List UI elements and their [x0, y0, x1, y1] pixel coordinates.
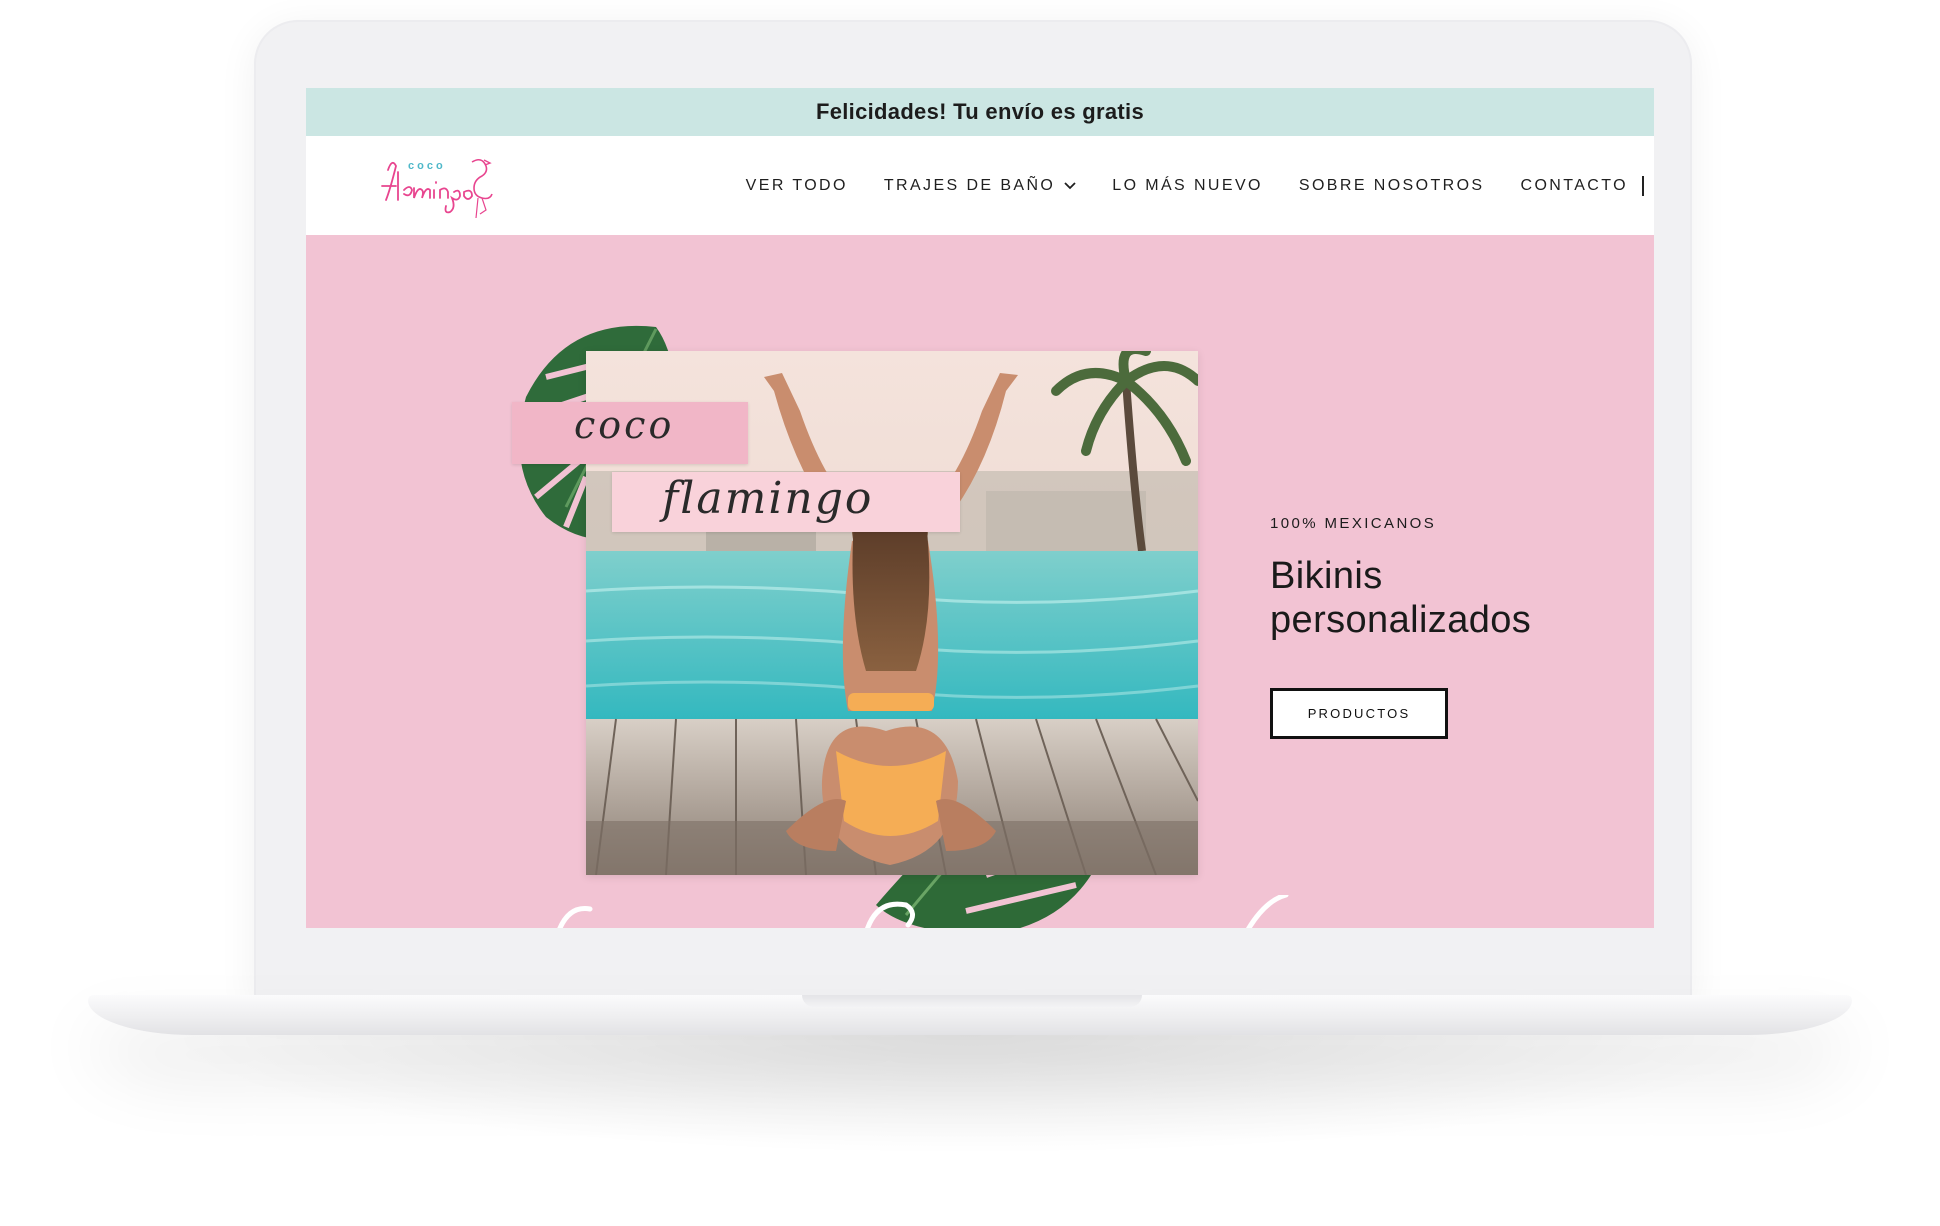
main-nav: VER TODO TRAJES DE BAÑO LO MÁS NUEVO SOB…	[710, 136, 1644, 235]
nav-trajes-de-bano[interactable]: TRAJES DE BAÑO	[884, 177, 1076, 195]
nav-label: SOBRE NOSOTROS	[1298, 176, 1485, 194]
nav-label: LO MÁS NUEVO	[1112, 176, 1263, 194]
nav-sobre-nosotros[interactable]: SOBRE NOSOTROS	[1299, 177, 1485, 195]
tape-text-coco: coco	[574, 403, 675, 447]
laptop-screen: Felicidades! Tu envío es gratis coco VER…	[306, 88, 1654, 928]
nav-lo-mas-nuevo[interactable]: LO MÁS NUEVO	[1112, 177, 1263, 195]
hero-headline: Bikinis personalizados	[1270, 554, 1531, 642]
hero-headline-line1: Bikinis	[1270, 555, 1383, 597]
productos-button-label: PRODUCTOS	[1307, 706, 1411, 721]
logo-text-coco: coco	[408, 160, 446, 172]
nav-label: VER TODO	[745, 176, 848, 194]
nav-overflow-marker	[1642, 175, 1644, 196]
site-header: coco VER TODO TRAJES DE BAÑO LO MÁS NUEV…	[306, 136, 1654, 235]
laptop-notch	[802, 995, 1142, 1007]
hero-eyebrow: 100% MEXICANOS	[1270, 515, 1437, 532]
hero-headline-line2: personalizados	[1270, 599, 1532, 641]
hero-copy: 100% MEXICANOS Bikinis personalizados PR…	[1270, 515, 1531, 739]
coco-flamingo-logo[interactable]: coco	[380, 152, 502, 222]
tape-text-flamingo: flamingo	[662, 473, 874, 524]
nav-label: CONTACTO	[1520, 176, 1628, 194]
laptop-shadow	[160, 1035, 1780, 1155]
announcement-bar: Felicidades! Tu envío es gratis	[306, 88, 1654, 136]
nav-contacto[interactable]: CONTACTO	[1521, 177, 1629, 195]
chevron-down-icon	[1064, 181, 1076, 189]
productos-button[interactable]: PRODUCTOS	[1270, 688, 1448, 739]
hero-section: coco flamingo 100% MEXICANOS Bikinis per…	[306, 235, 1654, 928]
nav-ver-todo[interactable]: VER TODO	[746, 177, 848, 195]
announcement-text: Felicidades! Tu envío es gratis	[816, 99, 1144, 124]
script-flourish-decoration	[557, 895, 1289, 928]
nav-label: TRAJES DE BAÑO	[883, 176, 1056, 194]
